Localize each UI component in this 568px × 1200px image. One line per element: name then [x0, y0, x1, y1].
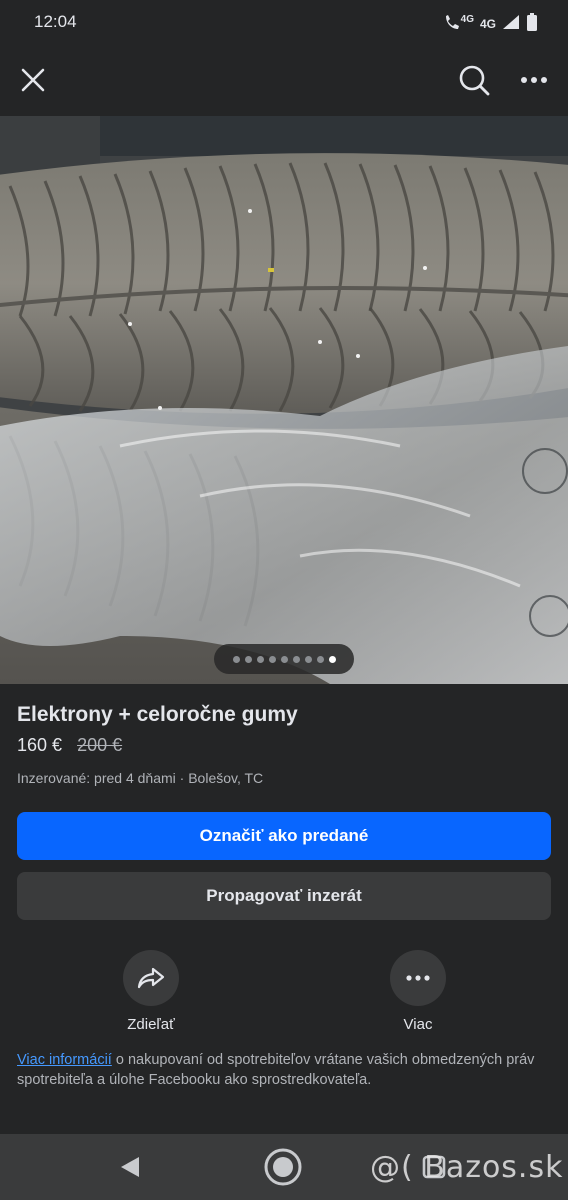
more-label: Viac — [403, 1016, 433, 1033]
carousel-dot — [244, 655, 252, 663]
more-action[interactable]: Viac — [373, 950, 463, 1033]
tires-illustration — [0, 116, 568, 684]
carousel-indicator — [214, 644, 354, 674]
carousel-dot — [232, 655, 240, 663]
old-price: 200 € — [77, 735, 123, 755]
listing-photo[interactable] — [0, 116, 568, 684]
share-action[interactable]: Zdieľať — [106, 950, 196, 1033]
back-icon[interactable] — [108, 1145, 152, 1189]
carousel-dot — [304, 655, 312, 663]
close-icon[interactable] — [11, 58, 55, 102]
listing-title: Elektrony + celoročne gumy — [17, 703, 298, 726]
more-horizontal-icon[interactable] — [512, 58, 556, 102]
search-icon[interactable] — [452, 58, 496, 102]
legal-notice: Viac informácií o nakupovaní od spotrebi… — [17, 1050, 557, 1090]
carousel-dot — [268, 655, 276, 663]
carousel-dot — [292, 655, 300, 663]
signal-icon — [502, 14, 520, 33]
status-bar: 12:04 4G 4G — [0, 0, 568, 44]
watermark: @( Bazos.sk — [370, 1150, 564, 1185]
status-icons: 4G 4G — [443, 12, 538, 35]
top-bar — [0, 44, 568, 116]
share-icon — [137, 967, 165, 989]
price-row: 160 € 200 € — [17, 735, 122, 756]
status-time: 12:04 — [34, 12, 77, 31]
more-info-link[interactable]: Viac informácií — [17, 1052, 112, 1068]
more-horizontal-icon — [406, 975, 430, 981]
battery-icon — [526, 12, 538, 35]
listing-meta: Inzerované: pred 4 dňami · Bolešov, TC — [17, 770, 264, 786]
more-button[interactable] — [390, 950, 446, 1006]
share-button[interactable] — [123, 950, 179, 1006]
network-label-2: 4G — [479, 16, 496, 31]
home-icon[interactable] — [261, 1145, 305, 1189]
promote-listing-button[interactable]: Propagovať inzerát — [17, 872, 551, 920]
carousel-dot — [280, 655, 288, 663]
price: 160 € — [17, 735, 63, 755]
network-label-1: 4G — [460, 14, 474, 25]
mark-sold-button[interactable]: Označiť ako predané — [17, 812, 551, 860]
carousel-dot — [256, 655, 264, 663]
carousel-dot — [328, 655, 336, 663]
share-label: Zdieľať — [127, 1016, 175, 1033]
carousel-dot — [316, 655, 324, 663]
